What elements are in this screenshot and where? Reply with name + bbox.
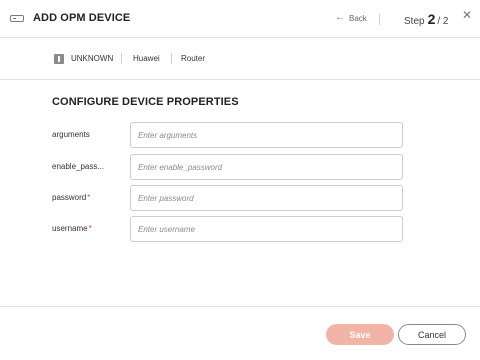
enable-password-input[interactable] [130,154,403,180]
enable-password-label-text: enable_pass... [52,162,105,171]
step-current: 2 [427,11,436,27]
unknown-status-icon [54,54,64,64]
summary-divider [121,53,122,64]
arrow-left-icon: ← [335,12,345,23]
arguments-label-text: arguments [52,130,90,139]
dialog-header: ADD OPM DEVICE ← Back Step 2 / 2 ✕ [0,0,480,38]
save-button[interactable]: Save [326,324,394,345]
arguments-label: arguments [52,130,90,139]
password-label: password* [52,193,90,202]
username-label-text: username [52,224,88,233]
username-label: username* [52,224,92,233]
required-marker: * [87,193,91,202]
password-label-text: password [52,193,87,202]
device-vendor: Huawei [133,54,160,63]
password-input[interactable] [130,185,403,211]
dialog-title: ADD OPM DEVICE [33,12,131,24]
summary-divider [171,53,172,64]
back-button[interactable]: ← Back [335,13,367,23]
section-title: CONFIGURE DEVICE PROPERTIES [52,96,239,108]
device-type: Router [181,54,206,63]
step-label: Step [404,16,425,27]
enable-password-label: enable_pass... [52,162,104,171]
close-icon[interactable]: ✕ [462,9,472,21]
cancel-button[interactable]: Cancel [398,324,466,345]
device-icon [10,15,24,22]
footer-divider [0,306,480,307]
arguments-input[interactable] [130,122,403,148]
back-label: Back [349,13,367,23]
step-total: / 2 [437,16,449,27]
username-input[interactable] [130,216,403,242]
step-indicator: Step 2 / 2 [404,11,449,27]
device-status: UNKNOWN [71,54,114,63]
required-marker: * [88,224,92,233]
header-divider [379,14,380,25]
